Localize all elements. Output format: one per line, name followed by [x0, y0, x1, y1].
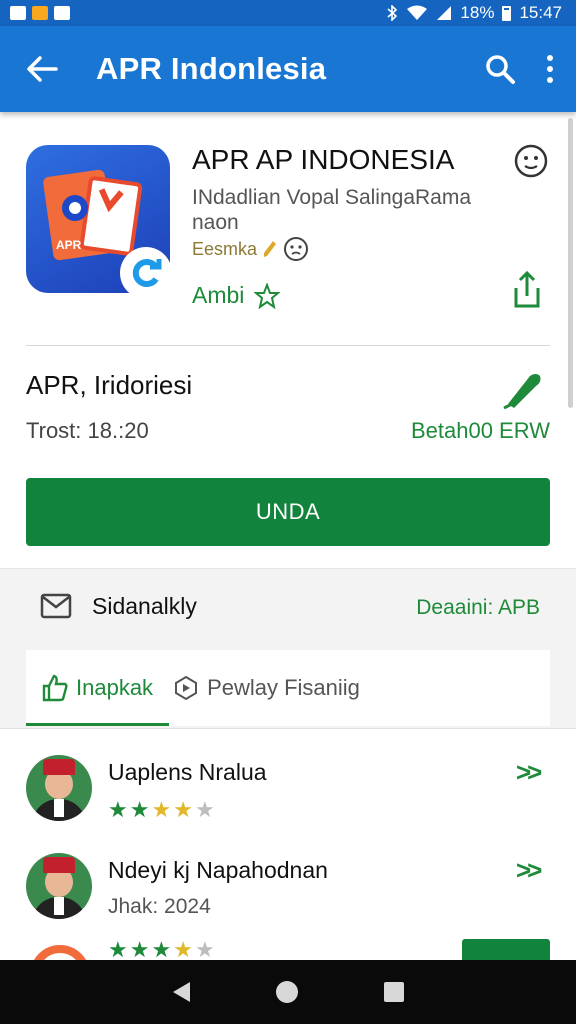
star-outline-icon[interactable]	[254, 282, 281, 309]
chevron-right-icon[interactable]: >>	[516, 855, 542, 886]
app-bar: APR Indonlesia	[0, 26, 576, 112]
search-icon[interactable]	[484, 53, 516, 85]
wifi-icon	[407, 5, 428, 20]
sync-badge	[120, 247, 172, 299]
star-icon: ★	[108, 937, 128, 960]
star-icon: ★	[194, 937, 215, 960]
bookmark-icon	[98, 188, 124, 213]
icon-card-right	[79, 175, 143, 257]
star-icon: ★	[151, 937, 172, 960]
nav-back-icon[interactable]	[172, 982, 190, 1002]
star-rating: ★ ★ ★ ★ ★	[108, 797, 215, 823]
app-icon: APR	[26, 145, 172, 299]
battery-percent: 18%	[460, 3, 495, 22]
photo-icon	[32, 6, 48, 20]
tab-pewlay[interactable]: Pewlay Fisaniig	[169, 650, 376, 726]
section-title: APR, Iridoriesi	[26, 370, 193, 400]
ambi-row: Ambi	[192, 282, 281, 309]
star-icon: ★	[173, 797, 193, 822]
star-icon: ★	[108, 797, 128, 822]
status-left-icons	[10, 6, 70, 20]
mail-label: Sidanalkly	[92, 592, 197, 619]
star-icon: ★	[194, 797, 215, 822]
reviewer-name: Uaplens Nralua	[108, 759, 267, 785]
ambi-label: Ambi	[192, 282, 245, 308]
navigation-bar	[0, 960, 576, 1024]
app-subtitle: INdadlian Vopal SalingaRama naon	[192, 186, 472, 234]
reviewer-name: Ndeyi kj Napahodnan	[108, 857, 328, 883]
star-icon: ★	[129, 797, 150, 822]
rating-label: Eesmka	[192, 238, 258, 259]
status-right-icons: 18% 15:47	[386, 3, 562, 23]
mail-row[interactable]: Sidanalkly	[40, 592, 197, 620]
review-list: Uaplens Nralua ★ ★ ★ ★ ★ >> Ndeyi kj Nap…	[0, 728, 576, 960]
status-bar: 18% 15:47	[0, 0, 576, 26]
nav-home-icon[interactable]	[275, 981, 298, 1003]
tab-label: Pewlay Fisaniig	[207, 675, 360, 700]
divider	[26, 345, 550, 346]
signal-icon	[437, 6, 452, 20]
star-icon: ★	[173, 937, 193, 960]
trust-text: Trost: 18.:20	[26, 418, 149, 443]
avatar	[26, 755, 92, 821]
face-icon[interactable]	[283, 236, 309, 262]
star-icon: ★	[151, 797, 172, 822]
gallery-icon	[54, 6, 70, 20]
bluetooth-icon	[387, 5, 398, 21]
scrollbar[interactable]	[568, 118, 573, 408]
action-button[interactable]	[462, 939, 550, 960]
more-vert-icon[interactable]	[546, 54, 554, 84]
icon-ring	[62, 195, 88, 221]
thumb-up-icon	[42, 674, 68, 702]
app-name: APR AP INDONESIA	[192, 144, 455, 175]
pencil-icon	[264, 241, 277, 257]
app-bar-actions	[484, 53, 554, 85]
arrow-left-icon	[27, 56, 58, 82]
install-button[interactable]: UNDA	[26, 478, 550, 546]
rating-row: Eesmka	[192, 236, 309, 262]
mail-link[interactable]: Deaaini: APB	[416, 596, 540, 620]
list-item[interactable]: Uaplens Nralua ★ ★ ★ ★ ★ >>	[0, 751, 576, 851]
avatar	[26, 853, 92, 919]
mail-icon	[40, 593, 72, 619]
tab-inapkak[interactable]: Inapkak	[26, 650, 170, 726]
star-rating: ★ ★ ★ ★ ★	[108, 937, 215, 960]
tabs: Inapkak Pewlay Fisaniig	[26, 650, 550, 726]
section-badge[interactable]: Betah00 ERW	[411, 418, 550, 444]
sync-icon	[132, 259, 162, 287]
nav-recent-icon[interactable]	[383, 982, 404, 1002]
smile-icon[interactable]	[514, 144, 548, 178]
share-icon[interactable]	[510, 270, 544, 310]
status-time: 15:47	[519, 3, 562, 22]
chevron-right-icon[interactable]: >>	[516, 757, 542, 788]
back-button[interactable]	[22, 49, 62, 89]
star-icon: ★	[129, 937, 150, 960]
list-item[interactable]: Ndeyi kj Napahodnan Jhak: 2024 >>	[0, 849, 576, 949]
edit-icon[interactable]	[500, 370, 544, 410]
app-bar-title: APR Indonlesia	[96, 51, 327, 86]
notification-icon	[10, 6, 26, 20]
play-badge-icon	[175, 675, 198, 701]
icon-text: APR	[56, 238, 82, 252]
tab-label: Inapkak	[76, 675, 154, 700]
battery-icon	[502, 5, 512, 21]
review-date: Jhak: 2024	[108, 895, 211, 918]
